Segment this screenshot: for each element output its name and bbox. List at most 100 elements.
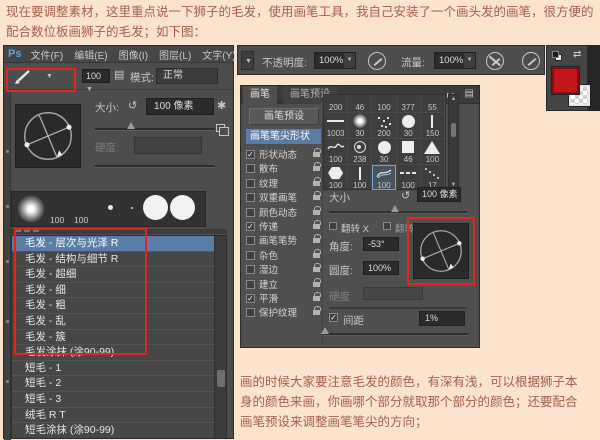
preset-item[interactable]: 毛发 - 粗	[12, 298, 215, 314]
spacing-checkbox-checked-icon[interactable]	[329, 313, 338, 322]
preset-item[interactable]: 毛发 - 细	[12, 283, 215, 299]
flip-x-checkbox[interactable]	[329, 222, 337, 230]
brush-tip-specks[interactable]: 200	[372, 113, 396, 139]
brush-tip-cell[interactable]: 55	[421, 95, 445, 113]
brush-size-dropdown[interactable]: 100 ▼	[82, 69, 110, 83]
size-slider[interactable]	[95, 128, 215, 131]
brush-tip-angle-control[interactable]	[413, 223, 469, 279]
preset-item[interactable]: 短毛涂抹 (涂90-99)	[12, 423, 215, 438]
checkbox-icon[interactable]	[246, 179, 255, 188]
checkbox-icon[interactable]	[246, 193, 255, 202]
lock-icon[interactable]	[313, 253, 320, 258]
setting-row-texture[interactable]: 纹理	[246, 176, 321, 190]
preset-item[interactable]: 毛发 - 结构与细节 R	[12, 252, 215, 268]
checkbox-checked-icon[interactable]	[246, 222, 255, 231]
spacing-slider-thumb[interactable]	[321, 327, 329, 334]
brush-tip-hard-round[interactable]: 30	[372, 139, 396, 165]
scrollbar-thumb[interactable]	[451, 123, 456, 137]
brush-tip-hline[interactable]: 1003	[324, 113, 348, 139]
preset-item[interactable]: 毛发 - 超细	[12, 267, 215, 283]
size-input[interactable]: 100 像素	[146, 98, 214, 115]
menu-type[interactable]: 文字(Y)	[202, 47, 235, 62]
brush-tool-button[interactable]: ▼	[12, 68, 66, 86]
brush-tip-hair-selected[interactable]: 100	[372, 165, 396, 191]
swap-colors-icon[interactable]: ⇄	[573, 49, 581, 60]
pressure-size-icon[interactable]	[522, 52, 540, 70]
lock-icon[interactable]	[313, 195, 320, 200]
brush-panel-toggle-icon[interactable]: ▤	[114, 68, 124, 81]
opacity-input[interactable]: 100% ▼	[314, 52, 356, 69]
preset-item[interactable]: 毛发 - 层次与光泽 R	[12, 236, 215, 252]
soft-brush-thumbnail[interactable]	[17, 195, 45, 223]
lock-icon[interactable]	[313, 210, 320, 215]
brush-tip-vline[interactable]: 100	[348, 165, 372, 191]
preset-item[interactable]: 短毛 - 3	[12, 392, 215, 408]
setting-row-scattering[interactable]: 散布	[246, 161, 321, 175]
preset-list-scrollbar[interactable]	[214, 236, 226, 438]
checkbox-icon[interactable]	[246, 265, 255, 274]
lock-icon[interactable]	[313, 224, 320, 229]
brush-tip-triangle[interactable]: 100	[421, 139, 445, 165]
foreground-color-swatch[interactable]	[552, 67, 579, 94]
spacing-slider[interactable]	[323, 333, 468, 336]
checkbox-icon[interactable]	[246, 236, 255, 245]
flyout-panel-icon[interactable]	[216, 124, 225, 132]
lock-icon[interactable]	[313, 181, 320, 186]
scrollbar-thumb[interactable]	[217, 370, 225, 387]
tool-preset-stub[interactable]: ▼	[241, 51, 254, 70]
lock-icon[interactable]	[313, 166, 320, 171]
panel-menu-icon[interactable]: ▤	[465, 88, 474, 99]
size-slider-thumb[interactable]	[391, 205, 399, 212]
reset-undo-icon[interactable]: ↺	[128, 99, 137, 112]
setting-row-noise[interactable]: 杂色	[246, 248, 321, 262]
lock-icon[interactable]	[313, 267, 320, 272]
spacing-input[interactable]: 1%	[419, 311, 465, 326]
size-input[interactable]: 100 像素	[417, 187, 461, 202]
hardness-input[interactable]	[363, 287, 423, 300]
checkbox-checked-icon[interactable]	[246, 294, 255, 303]
lock-icon[interactable]	[313, 152, 320, 157]
scroll-up-icon[interactable]: ▲	[449, 95, 458, 103]
gear-icon[interactable]: ✱	[217, 99, 226, 112]
lock-icon[interactable]	[313, 296, 320, 301]
small-brush-thumbnail[interactable]	[108, 205, 113, 210]
brush-tip-square[interactable]: 46	[397, 139, 421, 165]
brush-tip-hexagon[interactable]: 100	[324, 165, 348, 191]
hardness-slider[interactable]	[95, 165, 215, 168]
preset-item[interactable]: 毛发 - 乱	[12, 314, 215, 330]
tiny-brush-thumbnail[interactable]	[131, 207, 133, 209]
round-brush-thumbnail[interactable]	[143, 195, 168, 220]
flow-input[interactable]: 100% ▼	[434, 52, 476, 69]
brush-tip-shape-item[interactable]: 画笔笔尖形状	[246, 129, 321, 144]
checkbox-icon[interactable]	[246, 251, 255, 260]
checkbox-icon[interactable]	[246, 308, 255, 317]
lock-icon[interactable]	[313, 310, 320, 315]
preset-item[interactable]: 短毛 - 1	[12, 361, 215, 377]
chevron-down-icon[interactable]: ▼	[344, 53, 355, 68]
setting-row-color-dynamics[interactable]: 颜色动态	[246, 205, 321, 219]
lock-icon[interactable]	[313, 282, 320, 287]
setting-row-build-up[interactable]: 建立	[246, 277, 321, 291]
checkbox-checked-icon[interactable]	[246, 150, 255, 159]
reset-undo-icon[interactable]: ↺	[401, 189, 410, 202]
brush-tip-angle-control[interactable]	[15, 104, 81, 168]
size-slider-thumb[interactable]	[127, 122, 135, 129]
brush-tip-scribble[interactable]: 100	[324, 139, 348, 165]
hardness-input[interactable]	[134, 137, 202, 154]
pressure-opacity-icon[interactable]	[486, 52, 504, 70]
setting-row-brush-pose[interactable]: 画笔笔势	[246, 233, 321, 247]
setting-row-smoothing[interactable]: 平滑	[246, 291, 321, 305]
grid-scrollbar[interactable]: ▲ ▼	[448, 94, 459, 190]
setting-row-protect-texture[interactable]: 保护纹理	[246, 305, 321, 319]
checkbox-icon[interactable]	[246, 280, 255, 289]
brush-tip-hard-round[interactable]: 30	[397, 113, 421, 139]
chevron-down-icon[interactable]: ▼	[464, 53, 475, 68]
brush-presets-button[interactable]: 画笔预设	[249, 108, 319, 125]
brush-tip-soft-round[interactable]: 30	[348, 113, 372, 139]
brush-tip-swirl[interactable]: 238	[348, 139, 372, 165]
setting-row-transfer[interactable]: 传递	[246, 219, 321, 233]
setting-row-wet-edges[interactable]: 湿边	[246, 262, 321, 276]
hardness-slider[interactable]	[329, 307, 467, 309]
brush-tip-vline[interactable]: 150	[421, 113, 445, 139]
mode-select[interactable]: 正常	[156, 68, 218, 84]
